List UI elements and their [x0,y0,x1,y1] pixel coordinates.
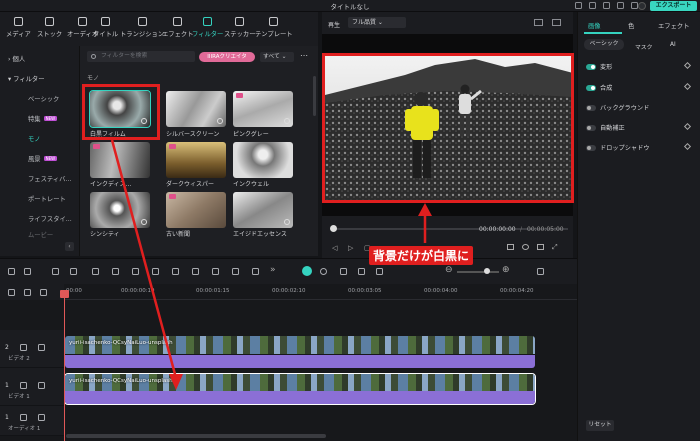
arrow-head [418,203,432,216]
annotation-arrows [110,139,432,390]
arrow-head [169,374,183,390]
annotation-label: 背景だけが白黒に [369,246,474,265]
arrow-to-clip [110,139,178,379]
